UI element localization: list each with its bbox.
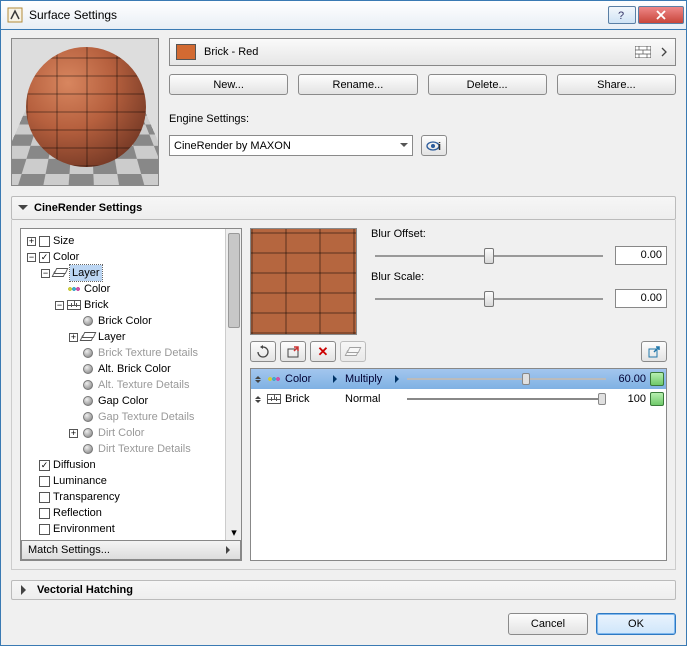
play-icon[interactable] xyxy=(395,375,403,383)
edit-image-button[interactable] xyxy=(280,341,306,362)
match-settings-button[interactable]: Match Settings... xyxy=(21,540,241,560)
engine-preview-button[interactable]: i xyxy=(421,135,447,156)
play-icon[interactable] xyxy=(333,375,341,383)
brick-icon xyxy=(267,394,281,404)
layers-button[interactable] xyxy=(340,341,366,362)
color-shader-icon xyxy=(267,374,281,384)
color-opacity-slider[interactable] xyxy=(407,375,606,383)
engine-settings-label: Engine Settings: xyxy=(169,113,676,125)
share-button[interactable]: Share... xyxy=(557,74,676,95)
popout-button[interactable] xyxy=(641,341,667,362)
material-name-bar: Brick - Red xyxy=(169,38,676,66)
new-button[interactable]: New... xyxy=(169,74,288,95)
blur-offset-label: Blur Offset: xyxy=(371,228,667,240)
blur-scale-input[interactable]: 0.00 xyxy=(615,289,667,308)
window-title: Surface Settings xyxy=(29,8,606,22)
reload-button[interactable] xyxy=(250,341,276,362)
brick-opacity-slider[interactable] xyxy=(407,395,606,403)
settings-tree[interactable]: +Size −Color −Layer Color −Brick Brick C… xyxy=(21,229,241,540)
fog-checkbox[interactable] xyxy=(39,540,50,541)
reorder-handle[interactable] xyxy=(253,373,263,386)
app-icon xyxy=(7,7,23,23)
layer-enable-toggle[interactable] xyxy=(650,372,664,386)
layer-enable-toggle[interactable] xyxy=(650,392,664,406)
reflection-checkbox[interactable] xyxy=(39,508,50,519)
delete-button[interactable]: Delete... xyxy=(428,74,547,95)
collapse-icon[interactable]: − xyxy=(27,253,36,262)
texture-preview xyxy=(250,228,357,335)
remove-button[interactable]: ✕ xyxy=(310,341,336,362)
blur-offset-slider[interactable] xyxy=(371,248,607,264)
brick-icon xyxy=(67,299,81,311)
reorder-handle[interactable] xyxy=(253,393,263,406)
expand-icon[interactable]: + xyxy=(27,237,36,246)
x-icon: ✕ xyxy=(318,344,329,360)
chevron-right-icon xyxy=(21,585,31,595)
help-button[interactable]: ? xyxy=(608,6,636,24)
cancel-button[interactable]: Cancel xyxy=(508,613,588,635)
vectorial-section-header[interactable]: Vectorial Hatching xyxy=(11,580,676,600)
transparency-checkbox[interactable] xyxy=(39,492,50,503)
color-shader-icon xyxy=(67,283,81,295)
ok-button[interactable]: OK xyxy=(596,613,676,635)
color-checkbox[interactable] xyxy=(39,252,50,263)
layer-row-brick[interactable]: Brick Normal 100 xyxy=(251,389,666,409)
diffusion-checkbox[interactable] xyxy=(39,460,50,471)
material-swatch xyxy=(176,44,196,60)
blur-offset-input[interactable]: 0.00 xyxy=(615,246,667,265)
environment-checkbox[interactable] xyxy=(39,524,50,535)
blur-scale-label: Blur Scale: xyxy=(371,271,667,283)
svg-text:?: ? xyxy=(618,10,624,20)
blur-scale-slider[interactable] xyxy=(371,291,607,307)
cinerender-section-header[interactable]: CineRender Settings xyxy=(11,196,676,220)
chevron-down-icon xyxy=(18,205,28,215)
window-titlebar: Surface Settings ? xyxy=(0,0,687,30)
layer-row-color[interactable]: Color Multiply 60.00 xyxy=(251,369,666,389)
size-checkbox[interactable] xyxy=(39,236,50,247)
material-preview xyxy=(11,38,159,186)
layer-icon xyxy=(53,267,67,279)
rename-button[interactable]: Rename... xyxy=(298,74,417,95)
close-button[interactable] xyxy=(638,6,684,24)
tree-scrollbar[interactable]: ▴▾ xyxy=(225,229,241,540)
luminance-checkbox[interactable] xyxy=(39,476,50,487)
material-name: Brick - Red xyxy=(204,46,627,58)
layer-list: Color Multiply 60.00 Brick Normal xyxy=(250,368,667,561)
material-menu-chevron[interactable] xyxy=(659,45,669,59)
texture-preview-icon[interactable] xyxy=(635,46,651,58)
tree-item-layer[interactable]: Layer xyxy=(70,265,102,281)
svg-text:i: i xyxy=(438,141,441,152)
engine-select[interactable]: CineRender by MAXON xyxy=(169,135,413,156)
